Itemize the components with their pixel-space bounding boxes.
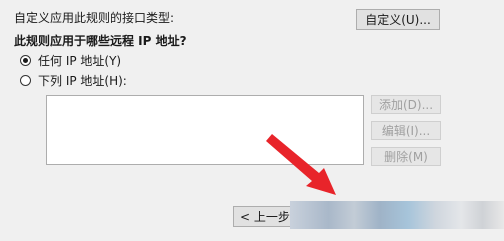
annotation-arrow-shape [266, 134, 336, 195]
back-button[interactable]: < 上一步 [233, 206, 295, 227]
redacted-area [290, 201, 504, 229]
